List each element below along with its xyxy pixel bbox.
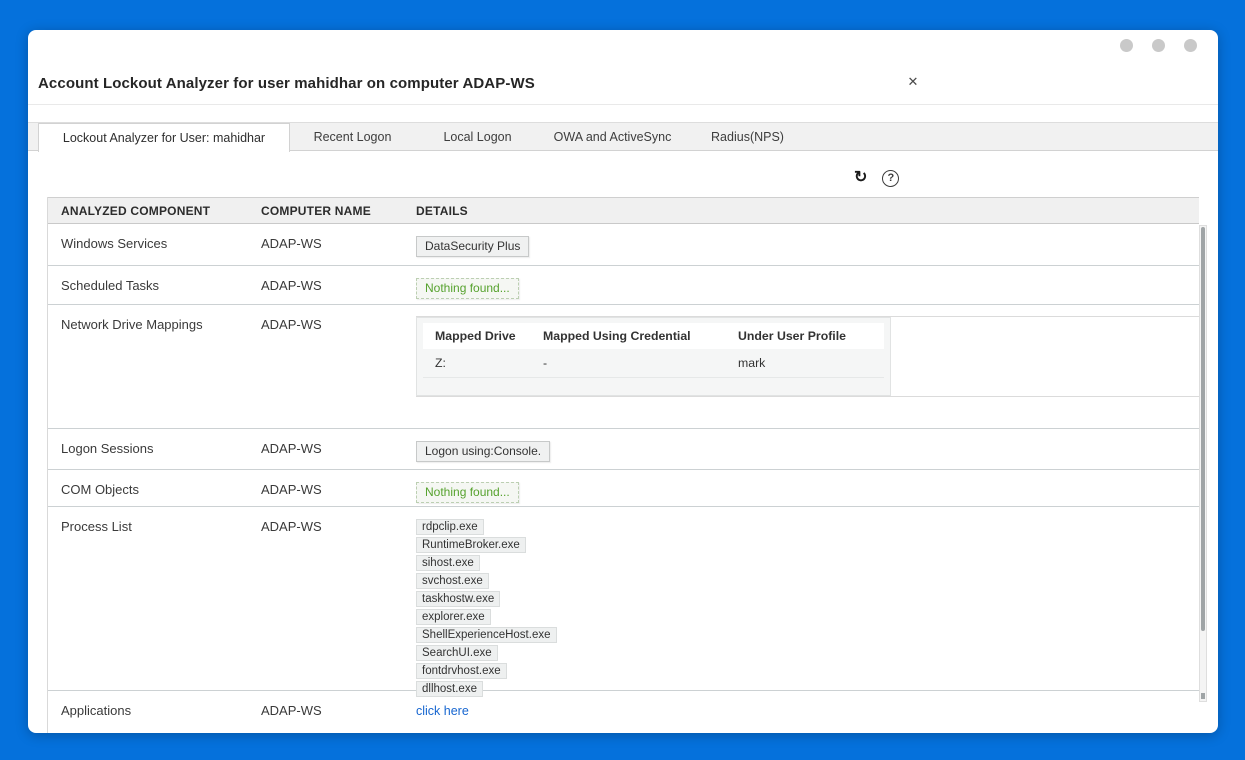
analyzed-component: Scheduled Tasks bbox=[48, 266, 261, 304]
nested-table-row: Z:-mark bbox=[423, 349, 884, 378]
table-row: Network Drive MappingsADAP-WS Mapped Driv… bbox=[48, 305, 1199, 429]
column-header: ANALYZED COMPONENT bbox=[48, 204, 261, 218]
details-cell: DataSecurity Plus bbox=[416, 224, 1199, 265]
process-badge: svchost.exe bbox=[416, 573, 489, 589]
scrollbar-end[interactable] bbox=[1201, 693, 1205, 699]
window-dot-icon bbox=[1120, 39, 1133, 52]
table-row: Windows ServicesADAP-WSDataSecurity Plus bbox=[48, 224, 1199, 266]
detail-badge: Logon using:Console. bbox=[416, 441, 550, 462]
process-badge: RuntimeBroker.exe bbox=[416, 537, 526, 553]
tab-recent-logon[interactable]: Recent Logon bbox=[290, 123, 415, 151]
vertical-scrollbar[interactable] bbox=[1199, 225, 1207, 702]
details-cell: Mapped DriveMapped Using CredentialUnder… bbox=[416, 305, 1199, 428]
details-cell: rdpclip.exe RuntimeBroker.exe sihost.exe sv… bbox=[416, 507, 1199, 690]
nested-cell: mark bbox=[738, 356, 884, 370]
table-row: ApplicationsADAP-WSclick here bbox=[48, 691, 1199, 733]
computer-name: ADAP-WS bbox=[261, 305, 416, 428]
nothing-found-badge: Nothing found... bbox=[416, 482, 519, 503]
detail-badge: DataSecurity Plus bbox=[416, 236, 529, 257]
process-badge: ShellExperienceHost.exe bbox=[416, 627, 557, 643]
window-dot-icon bbox=[1184, 39, 1197, 52]
account-lockout-analyzer-window: Account Lockout Analyzer for user mahidh… bbox=[28, 30, 1218, 733]
nothing-found-badge: Nothing found... bbox=[416, 278, 519, 299]
table-row: COM ObjectsADAP-WSNothing found... bbox=[48, 470, 1199, 507]
tab-bar: Lockout Analyzer for User: mahidharRecen… bbox=[28, 122, 1218, 151]
analysis-table: ANALYZED COMPONENTCOMPUTER NAMEDETAILS W… bbox=[47, 197, 1199, 733]
analyzed-component: Network Drive Mappings bbox=[48, 305, 261, 428]
process-badge: fontdrvhost.exe bbox=[416, 663, 507, 679]
toolbar: ↻ ? bbox=[854, 169, 899, 187]
process-badge: SearchUI.exe bbox=[416, 645, 498, 661]
table-header-row: ANALYZED COMPONENTCOMPUTER NAMEDETAILS bbox=[48, 197, 1199, 224]
mapped-drive-panel: Mapped DriveMapped Using CredentialUnder… bbox=[416, 317, 891, 396]
table-body: Windows ServicesADAP-WSDataSecurity Plus… bbox=[48, 224, 1199, 733]
details-cell: Nothing found... bbox=[416, 470, 1199, 506]
process-badge: rdpclip.exe bbox=[416, 519, 484, 535]
computer-name: ADAP-WS bbox=[261, 470, 416, 506]
nested-column-header: Under User Profile bbox=[738, 329, 884, 343]
window-dot-icon bbox=[1152, 39, 1165, 52]
column-header: COMPUTER NAME bbox=[261, 204, 416, 218]
table-row: Process ListADAP-WSrdpclip.exe RuntimeBro… bbox=[48, 507, 1199, 691]
analyzed-component: Applications bbox=[48, 691, 261, 733]
computer-name: ADAP-WS bbox=[261, 429, 416, 469]
refresh-icon[interactable]: ↻ bbox=[854, 169, 867, 187]
computer-name: ADAP-WS bbox=[261, 691, 416, 733]
table-row: Logon SessionsADAP-WSLogon using:Console… bbox=[48, 429, 1199, 470]
title-divider bbox=[28, 104, 1218, 105]
nested-column-header: Mapped Using Credential bbox=[543, 329, 738, 343]
mapped-drive-block: Mapped DriveMapped Using CredentialUnder… bbox=[416, 316, 1199, 397]
nested-column-header: Mapped Drive bbox=[423, 329, 543, 343]
scrollbar-thumb[interactable] bbox=[1201, 227, 1205, 631]
page-title: Account Lockout Analyzer for user mahidh… bbox=[38, 75, 535, 92]
analyzed-component: COM Objects bbox=[48, 470, 261, 506]
close-icon[interactable]: ✕ bbox=[904, 74, 922, 90]
window-control-dots bbox=[1120, 39, 1197, 52]
nested-cell: - bbox=[543, 356, 738, 370]
computer-name: ADAP-WS bbox=[261, 224, 416, 265]
nested-cell: Z: bbox=[423, 356, 543, 370]
process-badge: explorer.exe bbox=[416, 609, 491, 625]
table-row: Scheduled TasksADAP-WSNothing found... bbox=[48, 266, 1199, 305]
click-here-link[interactable]: click here bbox=[416, 704, 469, 718]
computer-name: ADAP-WS bbox=[261, 507, 416, 690]
analyzed-component: Windows Services bbox=[48, 224, 261, 265]
column-header: DETAILS bbox=[416, 204, 1199, 218]
nested-table-header-row: Mapped DriveMapped Using CredentialUnder… bbox=[423, 323, 884, 349]
analyzed-component: Logon Sessions bbox=[48, 429, 261, 469]
tab-local-logon[interactable]: Local Logon bbox=[415, 123, 540, 151]
process-badge: sihost.exe bbox=[416, 555, 480, 571]
details-cell: Nothing found... bbox=[416, 266, 1199, 304]
tab-owa-and-activesync[interactable]: OWA and ActiveSync bbox=[540, 123, 685, 151]
computer-name: ADAP-WS bbox=[261, 266, 416, 304]
details-cell: Logon using:Console. bbox=[416, 429, 1199, 469]
help-icon[interactable]: ? bbox=[882, 170, 899, 187]
tab-radius-nps[interactable]: Radius(NPS) bbox=[685, 123, 810, 151]
details-cell: click here bbox=[416, 691, 1199, 733]
analyzed-component: Process List bbox=[48, 507, 261, 690]
process-badge: taskhostw.exe bbox=[416, 591, 500, 607]
tab-lockout-analyzer-for-user-mahidhar[interactable]: Lockout Analyzer for User: mahidhar bbox=[38, 123, 290, 152]
